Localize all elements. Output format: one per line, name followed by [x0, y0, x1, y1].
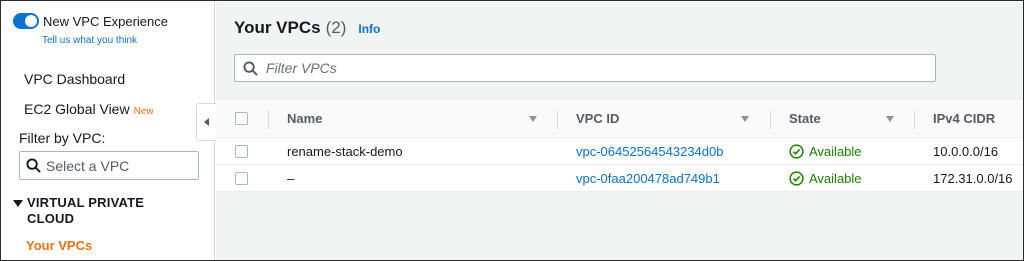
- table-row[interactable]: – vpc-0faa200478ad749b1 Available 172.31…: [216, 165, 1023, 192]
- page-title-text: Your VPCs: [234, 18, 321, 37]
- section-title-line1: VIRTUAL PRIVATE: [27, 195, 145, 210]
- section-title: VIRTUAL PRIVATE CLOUD: [27, 195, 144, 227]
- column-divider: [770, 110, 771, 129]
- sidebar: New VPC Experience Tell us what you thin…: [2, 2, 215, 260]
- status-badge: Available: [789, 138, 862, 164]
- status-badge: Available: [789, 165, 862, 191]
- search-icon: [26, 158, 41, 173]
- column-divider: [557, 110, 558, 129]
- vpc-id-link[interactable]: vpc-06452564543234d0b: [576, 138, 723, 164]
- column-divider: [268, 110, 269, 129]
- filter-placeholder: Filter VPCs: [266, 60, 337, 76]
- sort-icon[interactable]: [741, 116, 749, 122]
- sidebar-item-your-vpcs[interactable]: Your VPCs: [26, 238, 92, 253]
- select-all-checkbox[interactable]: [235, 112, 248, 125]
- status-text: Available: [809, 143, 862, 159]
- new-vpc-experience-toggle-row[interactable]: New VPC Experience: [13, 13, 168, 29]
- caret-down-icon: [13, 200, 23, 207]
- vpc-name: rename-stack-demo: [287, 143, 403, 159]
- section-header-virtual-private-cloud[interactable]: VIRTUAL PRIVATE CLOUD: [13, 195, 144, 227]
- page-title-count: (2): [325, 18, 347, 37]
- vpc-table: Name VPC ID State IPv4 CIDR rename-stack…: [216, 99, 1023, 192]
- toggle-switch-icon[interactable]: [13, 13, 39, 29]
- column-header-ipv4-cidr[interactable]: IPv4 CIDR: [933, 100, 995, 137]
- table-header: Name VPC ID State IPv4 CIDR: [216, 99, 1023, 138]
- vpc-name: –: [287, 170, 295, 186]
- page-title: Your VPCs (2) Info: [234, 18, 380, 38]
- check-circle-icon: [789, 170, 804, 186]
- column-divider: [914, 110, 915, 129]
- ipv4-cidr: 172.31.0.0/16: [933, 170, 1013, 186]
- row-select-cell: [235, 165, 248, 191]
- table-row[interactable]: rename-stack-demo vpc-06452564543234d0b …: [216, 138, 1023, 165]
- caret-left-icon: [204, 118, 209, 126]
- row-checkbox[interactable]: [235, 144, 248, 158]
- column-header-state[interactable]: State: [789, 100, 821, 137]
- toggle-label: New VPC Experience: [43, 13, 168, 29]
- column-header-vpc-id[interactable]: VPC ID: [576, 100, 619, 137]
- filter-vpcs-input[interactable]: Filter VPCs: [234, 54, 936, 82]
- feedback-link[interactable]: Tell us what you think: [42, 35, 137, 46]
- sidebar-item-label: EC2 Global View: [24, 101, 130, 117]
- app-frame: New VPC Experience Tell us what you thin…: [0, 0, 1024, 261]
- section-title-line2: CLOUD: [27, 211, 75, 226]
- filter-by-vpc-label: Filter by VPC:: [19, 130, 106, 146]
- select-all-cell: [235, 100, 248, 137]
- sort-icon[interactable]: [529, 116, 537, 122]
- sidebar-item-vpc-dashboard[interactable]: VPC Dashboard: [24, 71, 125, 87]
- check-circle-icon: [789, 143, 804, 159]
- row-select-cell: [235, 138, 248, 164]
- vpc-select-placeholder: Select a VPC: [46, 157, 130, 174]
- search-icon: [243, 60, 258, 76]
- ipv4-cidr: 10.0.0.0/16: [933, 143, 999, 159]
- main-content: Your VPCs (2) Info Filter VPCs Name VPC …: [216, 2, 1023, 260]
- sidebar-item-ec2-global-view[interactable]: EC2 Global View New: [24, 101, 154, 117]
- vpc-select[interactable]: Select a VPC: [19, 151, 199, 180]
- new-badge: New: [133, 106, 154, 117]
- vpc-id-link[interactable]: vpc-0faa200478ad749b1: [576, 165, 720, 191]
- info-link[interactable]: Info: [358, 22, 380, 36]
- status-text: Available: [809, 170, 862, 186]
- sort-icon[interactable]: [886, 116, 894, 122]
- row-checkbox[interactable]: [235, 171, 248, 185]
- column-header-name[interactable]: Name: [287, 100, 322, 137]
- collapse-sidebar-button[interactable]: [196, 103, 216, 141]
